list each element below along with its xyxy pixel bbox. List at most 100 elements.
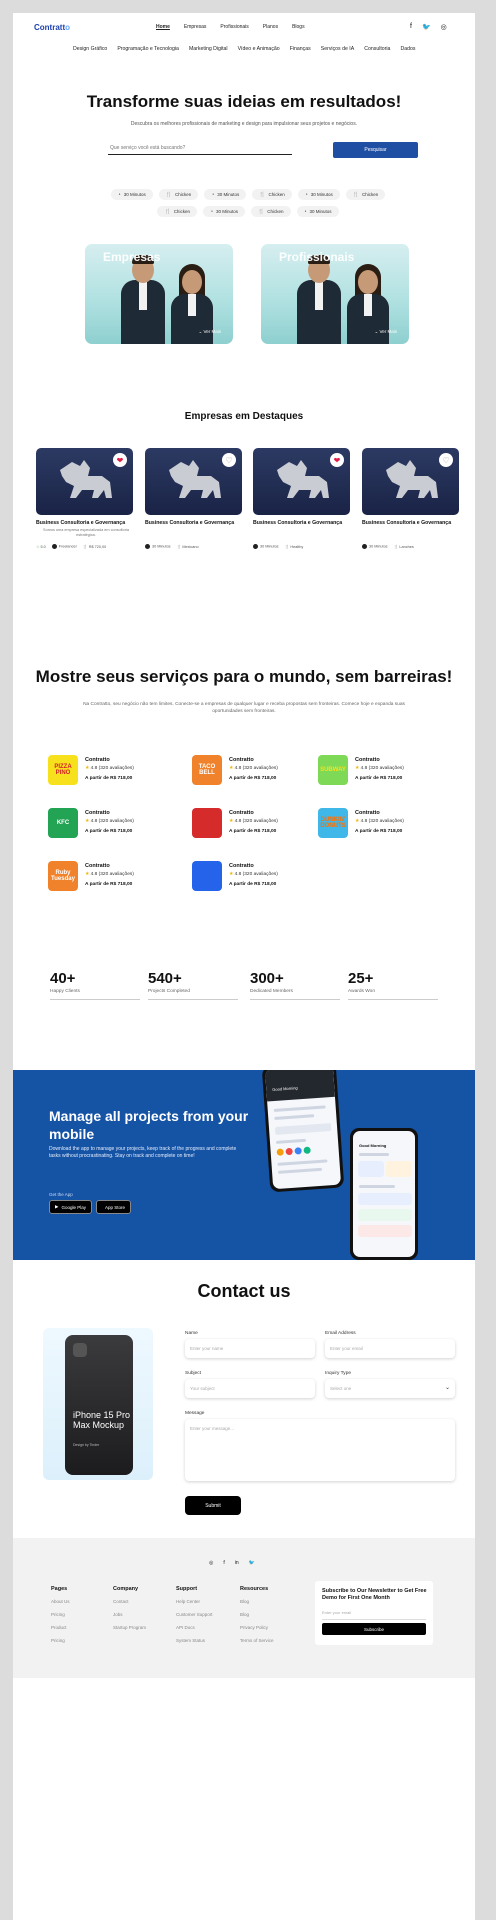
review-count: (320 avaliações): [98, 872, 134, 877]
footer-link[interactable]: About Us: [51, 1599, 70, 1604]
company-card[interactable]: ❤ Business Consultoria e Governança Somos …: [36, 448, 133, 558]
lion-logo-icon: [169, 460, 221, 498]
service-name: Contratto: [85, 757, 110, 763]
filter-chip[interactable]: 🍴 Chicken: [252, 189, 292, 200]
nav-home[interactable]: Home: [156, 24, 170, 30]
category-item[interactable]: Dados: [400, 46, 415, 52]
footer-link[interactable]: Pricing: [51, 1638, 70, 1643]
category-item[interactable]: Serviços de IA: [321, 46, 354, 52]
facebook-icon[interactable]: f: [223, 1560, 224, 1566]
facebook-icon[interactable]: f: [410, 23, 412, 31]
filter-chip[interactable]: ◔ 30 Minutos: [202, 206, 245, 217]
footer-link[interactable]: API Docs: [176, 1625, 213, 1630]
google-play-button[interactable]: ▶ Google Play: [49, 1200, 92, 1214]
instagram-icon[interactable]: ◎: [209, 1560, 213, 1566]
heart-icon[interactable]: ♡: [439, 453, 453, 467]
category-item[interactable]: Programação e Tecnologia: [117, 46, 179, 52]
meta-1: 30 Minutos: [362, 544, 388, 549]
service-price: A partir de R$ 718,00: [229, 882, 277, 887]
inquiry-select[interactable]: Select one ⌄: [325, 1379, 455, 1398]
company-card[interactable]: ♡ Business Consultoria e Governança 30 Min…: [362, 448, 459, 558]
featured-title: Empresas em Destaques: [184, 411, 304, 422]
twitter-icon[interactable]: 🐦: [422, 23, 431, 31]
service-item[interactable]: Contratto ★ 4.8 (320 avaliações) A partir …: [192, 808, 312, 842]
nav-blogs[interactable]: Blogs: [292, 24, 305, 30]
filter-chip[interactable]: 🍴 Chicken: [158, 189, 199, 200]
profissionais-card[interactable]: Profissionais ⌄ Ver Mais: [261, 244, 409, 344]
company-card[interactable]: ❤ Business Consultoria e Governança 30 Min…: [253, 448, 350, 558]
logo[interactable]: Contratto: [34, 23, 70, 32]
service-logo: [192, 861, 222, 891]
service-item[interactable]: TACO BELL Contratto ★ 4.8 (320 avaliações)…: [192, 755, 312, 789]
filter-chip[interactable]: 🍴 Chicken: [345, 189, 386, 200]
service-item[interactable]: KFC Contratto ★ 4.8 (320 avaliações) A part…: [48, 808, 168, 842]
service-item[interactable]: Ruby Tuesday Contratto ★ 4.8 (320 avaliaçõ…: [48, 861, 168, 895]
heart-icon[interactable]: ♡: [222, 453, 236, 467]
clock-icon: ◔: [304, 191, 308, 198]
company-card[interactable]: ♡ Business Consultoria e Governança 30 Min…: [145, 448, 242, 558]
subscribe-button[interactable]: Subscribe: [322, 1623, 426, 1635]
see-more-link[interactable]: ⌄ Ver Mais: [374, 329, 397, 335]
social-links: f 🐦 ◎: [410, 23, 447, 31]
footer-link[interactable]: Terms of Service: [240, 1638, 274, 1643]
empresas-card[interactable]: Empresas ⌄ Ver Mais: [85, 244, 233, 344]
company-title: Business Consultoria e Governança: [253, 520, 343, 526]
email-field[interactable]: Enter your email: [325, 1339, 455, 1358]
instagram-icon[interactable]: ◎: [441, 23, 447, 31]
clock-icon: ◔: [209, 208, 213, 215]
service-item[interactable]: DUNKIN' DONUTS Contratto ★ 4.8 (320 avalia…: [318, 808, 438, 842]
footer-column: Resources Blog Blog Privacy Policy Terms of …: [240, 1586, 274, 1651]
app-store-button[interactable]: App Store: [96, 1200, 132, 1214]
filter-chip[interactable]: ◔ 30 Minutos: [204, 189, 247, 200]
chevron-down-icon: ⌄: [374, 329, 379, 334]
service-price: A partir de R$ 718,00: [85, 776, 133, 781]
footer-link[interactable]: Privacy Policy: [240, 1625, 274, 1630]
footer-link[interactable]: Startup Program: [113, 1625, 146, 1630]
filter-chip[interactable]: ◔ 30 Minutos: [297, 189, 340, 200]
submit-button[interactable]: Submit: [185, 1496, 241, 1515]
filter-chip[interactable]: ◔ 30 Minutos: [110, 189, 153, 200]
see-more-link[interactable]: ⌄ Ver Mais: [198, 329, 221, 335]
footer-link[interactable]: System Status: [176, 1638, 213, 1643]
nav-empresas[interactable]: Empresas: [184, 24, 207, 30]
service-item[interactable]: PIZZA PINO Contratto ★ 4.8 (320 avaliações…: [48, 755, 168, 789]
linkedin-icon[interactable]: in: [235, 1560, 239, 1566]
filter-chip[interactable]: 🍴 Chicken: [157, 206, 197, 217]
twitter-icon[interactable]: 🐦: [249, 1560, 255, 1566]
footer-link[interactable]: Customer Support: [176, 1612, 213, 1617]
inquiry-label: Inquiry Type: [325, 1371, 352, 1376]
message-field[interactable]: Enter your message...: [185, 1419, 455, 1481]
category-item[interactable]: Vídeo e Animação: [238, 46, 280, 52]
company-desc: Somos uma empresa especializada em consu…: [43, 528, 129, 537]
category-item[interactable]: Finanças: [290, 46, 311, 52]
meta-2: 🍴 Mexicano: [177, 544, 199, 549]
footer-link[interactable]: Blog: [240, 1599, 274, 1604]
filter-chip[interactable]: 🍴 Chicken: [251, 206, 291, 217]
service-item[interactable]: SUBWAY Contratto ★ 4.8 (320 avaliações) A p…: [318, 755, 438, 789]
category-nav: Design Gráfico Programação e Tecnologia …: [73, 46, 415, 52]
name-field[interactable]: Enter your name: [185, 1339, 315, 1358]
footer-link[interactable]: Contact: [113, 1599, 146, 1604]
nav-planos[interactable]: Planos: [263, 24, 278, 30]
service-item[interactable]: Contratto ★ 4.8 (320 avaliações) A partir …: [192, 861, 312, 895]
nav-profissionais[interactable]: Profissionais: [220, 24, 248, 30]
company-meta: 30 Minutos 🍴 Healthy: [253, 544, 353, 549]
footer-link[interactable]: Product: [51, 1625, 70, 1630]
heart-icon[interactable]: ❤: [330, 453, 344, 467]
subject-field[interactable]: Your subject: [185, 1379, 315, 1398]
category-item[interactable]: Design Gráfico: [73, 46, 107, 52]
category-item[interactable]: Consultoria: [364, 46, 390, 52]
filter-chip[interactable]: ◔ 30 Minutos: [296, 206, 339, 217]
category-item[interactable]: Marketing Digital: [189, 46, 228, 52]
man-figure: [121, 252, 165, 344]
footer-link[interactable]: Jobs: [113, 1612, 146, 1617]
footer-link[interactable]: Pricing: [51, 1612, 70, 1617]
search-button[interactable]: Pesquisar: [333, 142, 418, 158]
footer-link[interactable]: Blog: [240, 1612, 274, 1617]
search-input[interactable]: [108, 141, 292, 155]
chip-label: 30 Minutos: [310, 192, 333, 197]
newsletter-email-input[interactable]: Enter your email: [322, 1610, 426, 1620]
heart-icon[interactable]: ❤: [113, 453, 127, 467]
top-nav: Home Empresas Profissionais Planos Blogs: [156, 24, 305, 30]
footer-link[interactable]: Help Center: [176, 1599, 213, 1604]
